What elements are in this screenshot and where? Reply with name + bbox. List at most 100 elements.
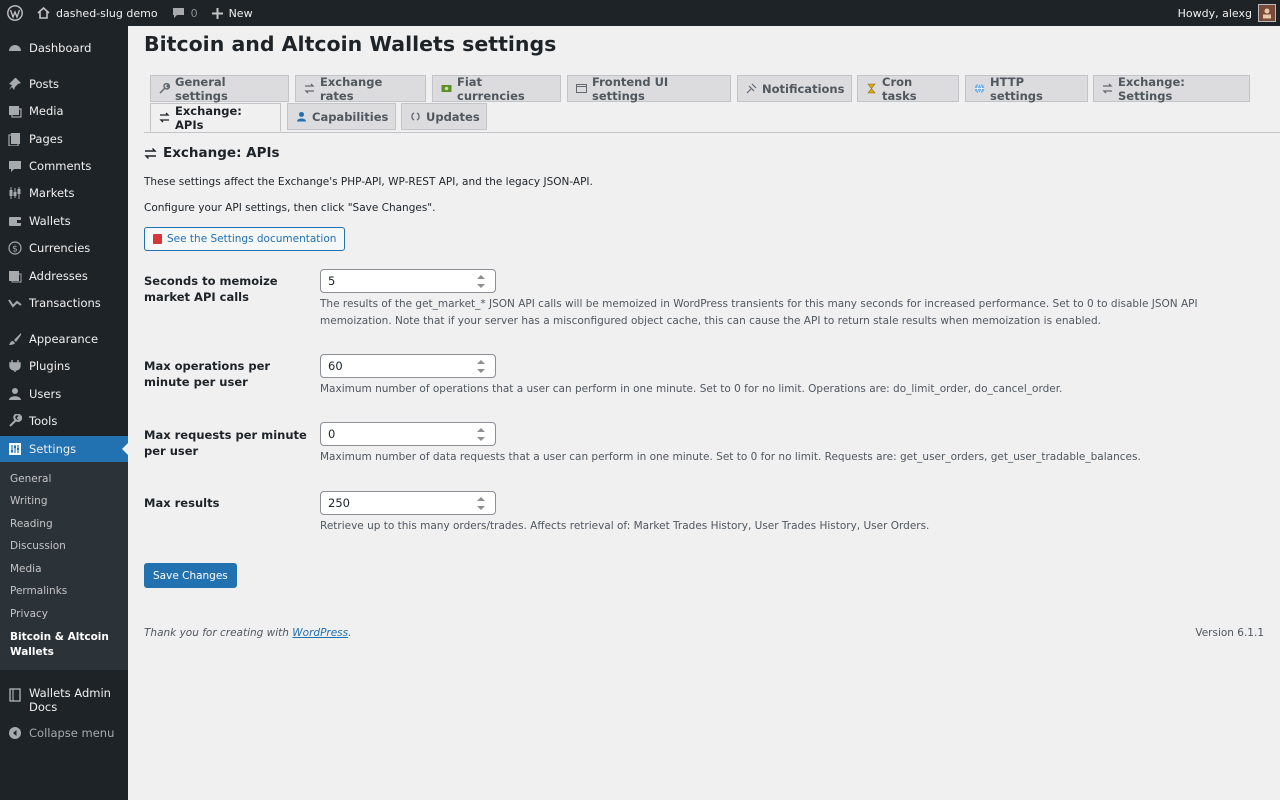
sidebar-item-appearance[interactable]: Appearance xyxy=(0,326,128,352)
submenu-privacy[interactable]: Privacy xyxy=(10,608,48,620)
number-spinner-icon[interactable] xyxy=(475,275,487,288)
sidebar-item-users[interactable]: Users xyxy=(0,381,128,407)
max-operations-help: Maximum number of operations that a user… xyxy=(320,383,1063,395)
sidebar-item-media[interactable]: Media xyxy=(0,98,128,124)
tab-label: Exchange rates xyxy=(320,74,383,103)
max-operations-label: Max operations per minute per user xyxy=(144,359,271,389)
footer-thanks-prefix: Thank you for creating with xyxy=(144,627,289,639)
submenu-general[interactable]: General xyxy=(10,473,51,485)
footer-thanks: Thank you for creating with WordPress. xyxy=(144,627,351,639)
tab-label: Exchange: Settings xyxy=(1118,74,1185,103)
sidebar-item-dashboard[interactable]: Dashboard xyxy=(0,35,128,61)
number-spinner-icon[interactable] xyxy=(475,497,487,510)
footer-version: Version 6.1.1 xyxy=(1195,627,1264,639)
howdy-text: Howdy, alexg xyxy=(1177,6,1252,20)
sidebar-item-label: Settings xyxy=(29,442,77,456)
tab-general-settings[interactable]: General settings xyxy=(150,74,289,103)
sidebar-item-posts[interactable]: Posts xyxy=(0,71,128,97)
tab-updates[interactable]: Updates xyxy=(401,103,487,130)
plus-icon xyxy=(211,7,223,19)
new-content-link[interactable]: New xyxy=(205,0,260,26)
my-account-link[interactable]: Howdy, alexg xyxy=(1171,0,1280,26)
memoize-seconds-help: The results of the get_market_* JSON API… xyxy=(320,298,1198,327)
sidebar-item-pages[interactable]: Pages xyxy=(0,126,128,152)
sidebar-item-label: Collapse menu xyxy=(29,726,115,740)
submenu-discussion[interactable]: Discussion xyxy=(10,540,66,552)
intro-instructions: Configure your API settings, then click … xyxy=(144,202,436,214)
exchange-icon xyxy=(144,147,157,160)
max-requests-value: 0 xyxy=(328,427,336,441)
tab-exchange-settings[interactable]: Exchange: Settings xyxy=(1093,74,1250,103)
save-changes-button[interactable]: Save Changes xyxy=(144,563,237,588)
submenu-media[interactable]: Media xyxy=(10,563,42,575)
max-operations-value: 60 xyxy=(328,359,343,373)
sidebar-item-comments[interactable]: Comments xyxy=(0,153,128,179)
sidebar-item-settings[interactable]: Settings xyxy=(0,436,128,462)
max-results-value: 250 xyxy=(328,496,350,510)
globe-icon xyxy=(974,83,985,94)
comment-icon xyxy=(172,7,185,19)
wordpress-link[interactable]: WordPress xyxy=(292,627,348,639)
max-results-input[interactable]: 250 xyxy=(320,491,496,515)
memoize-seconds-input[interactable]: 5 xyxy=(320,269,496,293)
tab-capabilities[interactable]: Capabilities xyxy=(287,103,396,130)
user-icon xyxy=(296,111,307,122)
max-results-help: Retrieve up to this many orders/trades. … xyxy=(320,520,930,532)
max-operations-input[interactable]: 60 xyxy=(320,354,496,378)
sidebar-item-wallets[interactable]: Wallets xyxy=(0,208,128,234)
tab-label: General settings xyxy=(175,74,228,103)
submenu-bitcoin-altcoin-wallets[interactable]: Bitcoin & Altcoin Wallets xyxy=(10,630,120,660)
tab-label: Fiat currencies xyxy=(457,74,525,103)
sidebar-item-wallets-admin-docs[interactable]: Wallets Admin Docs xyxy=(0,686,128,716)
section-title-text: Exchange: APIs xyxy=(163,145,280,161)
avatar xyxy=(1258,4,1276,22)
sidebar-item-plugins[interactable]: Plugins xyxy=(0,353,128,379)
max-results-label: Max results xyxy=(144,496,220,510)
max-requests-input[interactable]: 0 xyxy=(320,422,496,446)
submenu-permalinks[interactable]: Permalinks xyxy=(10,585,67,597)
exchange-icon xyxy=(159,112,170,123)
satellite-icon xyxy=(746,83,757,94)
sidebar-item-tools[interactable]: Tools xyxy=(0,408,128,434)
site-name-link[interactable]: dashed-slug demo xyxy=(30,0,165,26)
chart-icon xyxy=(8,296,22,310)
exchange-icon xyxy=(304,83,315,94)
page-title: Bitcoin and Altcoin Wallets settings xyxy=(144,32,557,56)
pin-icon xyxy=(8,77,22,91)
home-icon xyxy=(37,7,50,19)
sidebar-item-currencies[interactable]: $ Currencies xyxy=(0,235,128,261)
tab-label: Capabilities xyxy=(312,109,389,124)
tab-notifications[interactable]: Notifications xyxy=(737,75,852,102)
sidebar-item-markets[interactable]: Markets xyxy=(0,180,128,206)
sidebar-item-transactions[interactable]: Transactions xyxy=(0,290,128,316)
tab-fiat-currencies[interactable]: Fiat currencies xyxy=(432,74,561,103)
admin-sidebar: Dashboard Posts Media Pages Comments Mar… xyxy=(0,26,128,800)
number-spinner-icon[interactable] xyxy=(475,428,487,441)
tab-exchange-rates[interactable]: Exchange rates xyxy=(295,74,426,103)
sidebar-item-label: Users xyxy=(29,387,62,401)
wordpress-logo-icon[interactable] xyxy=(0,0,30,26)
sidebar-item-label: Tools xyxy=(29,414,58,428)
candlestick-icon xyxy=(8,186,22,200)
collapse-menu-button[interactable]: Collapse menu xyxy=(0,720,128,746)
wrench-icon xyxy=(159,83,170,94)
tab-http-settings[interactable]: HTTP settings xyxy=(965,75,1088,103)
brush-icon xyxy=(8,332,22,346)
sidebar-item-label: Markets xyxy=(29,186,75,200)
tab-label: Updates xyxy=(426,109,480,124)
tab-cron-tasks[interactable]: Cron tasks xyxy=(857,75,959,103)
comments-count: 0 xyxy=(190,6,198,20)
settings-documentation-button[interactable]: See the Settings documentation xyxy=(144,227,346,251)
sidebar-item-addresses[interactable]: Addresses xyxy=(0,263,128,289)
submenu-reading[interactable]: Reading xyxy=(10,518,53,530)
sidebar-item-label: Pages xyxy=(29,132,63,146)
exchange-icon xyxy=(1102,83,1113,94)
comments-link[interactable]: 0 xyxy=(165,0,205,26)
submenu-writing[interactable]: Writing xyxy=(10,495,48,507)
tab-label: Exchange: APIs xyxy=(175,103,242,132)
sidebar-item-label: Media xyxy=(29,104,64,118)
tab-frontend-ui-settings[interactable]: Frontend UI settings xyxy=(567,75,731,103)
tab-exchange-apis[interactable]: Exchange: APIs xyxy=(150,103,281,132)
sidebar-item-label: Posts xyxy=(29,77,60,91)
number-spinner-icon[interactable] xyxy=(475,360,487,373)
